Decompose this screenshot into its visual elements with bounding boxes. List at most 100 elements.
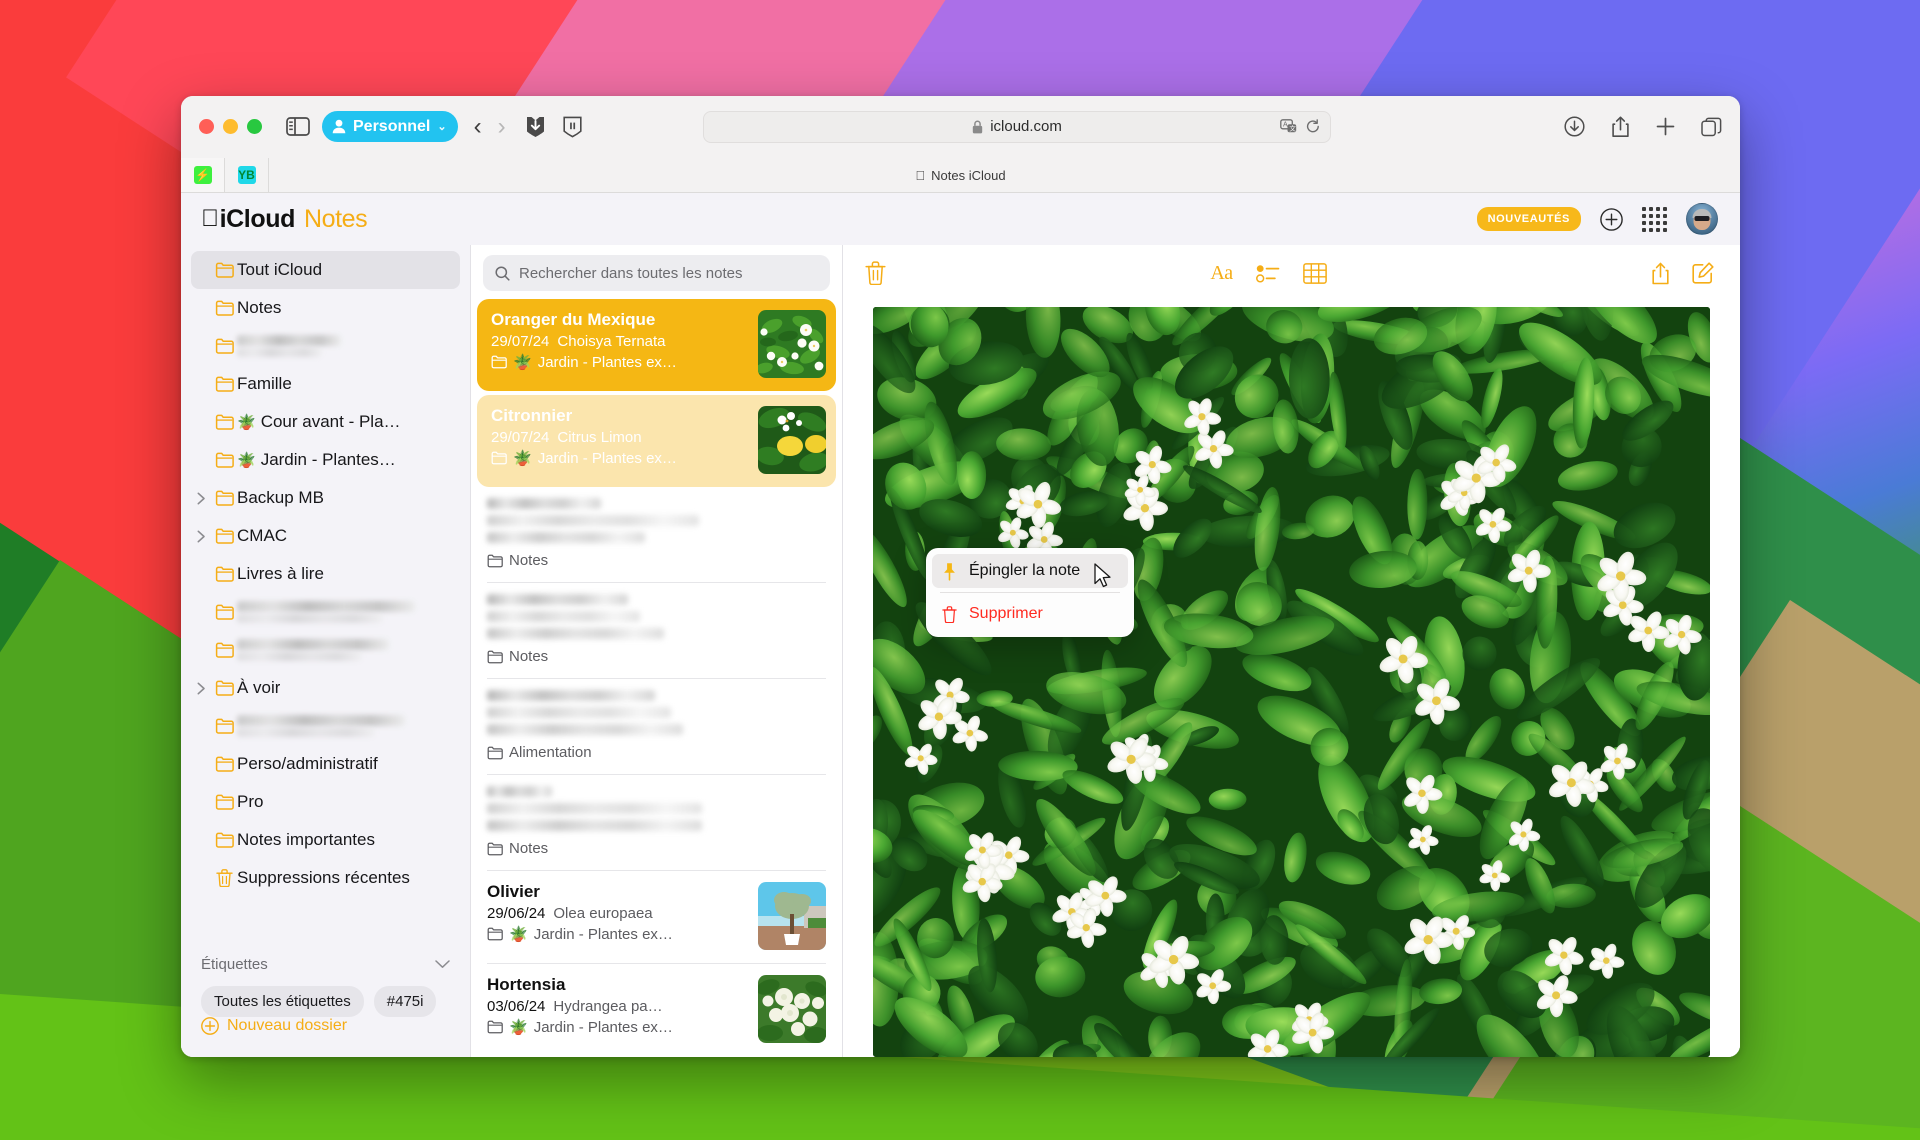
- tag-chip[interactable]: #475i: [373, 986, 437, 1017]
- sidebar-item-redacted-2[interactable]: [191, 327, 460, 365]
- new-tab-icon[interactable]: [1656, 117, 1675, 136]
- note-list-item[interactable]: Hortensia 03/06/24 Hydrangea pa… 🪴 Jardin - …: [471, 964, 842, 1056]
- note-list-item[interactable]: Olivier 29/06/24 Olea europaea 🪴 Jardin - Pl…: [471, 871, 842, 963]
- compose-icon[interactable]: [1692, 262, 1714, 284]
- tab-bar: ⚡ YB  Notes iCloud: [181, 157, 1740, 193]
- folder-icon: [487, 927, 503, 941]
- maximize-window-button[interactable]: [247, 119, 262, 134]
- redacted-note-text: [487, 786, 826, 831]
- apple-logo-icon: : [915, 168, 925, 183]
- sidebar-item-notes-importantes[interactable]: Notes importantes: [191, 821, 460, 859]
- tag-chip[interactable]: Toutes les étiquettes: [201, 986, 364, 1017]
- sidebar-item-suppressions-r-centes[interactable]: Suppressions récentes: [191, 859, 460, 897]
- avatar[interactable]: [1686, 203, 1718, 235]
- sidebar-item-famille[interactable]: Famille: [191, 365, 460, 403]
- sidebar-item-backup-mb[interactable]: Backup MB: [191, 479, 460, 517]
- note-list-item[interactable]: Oranger du Mexique 29/07/24 Choisya Ternat…: [477, 299, 836, 391]
- privacy-pause-icon[interactable]: [562, 116, 582, 138]
- sidebar-item-cour-avant-pla[interactable]: 🪴 Cour avant - Pla…: [191, 403, 460, 441]
- note-thumbnail: [758, 975, 826, 1043]
- note-list-item[interactable]: Notes: [471, 487, 842, 582]
- close-window-button[interactable]: [199, 119, 214, 134]
- note-photo[interactable]: [873, 307, 1710, 1057]
- context-menu-pin-item[interactable]: Épingler la note: [932, 554, 1128, 588]
- folder-icon: [487, 842, 503, 856]
- sidebar-item-livres-lire[interactable]: Livres à lire: [191, 555, 460, 593]
- note-item-body: Oranger du Mexique 29/07/24 Choisya Ternat…: [491, 310, 748, 371]
- folder-icon: [211, 832, 237, 848]
- sidebar-item-label: Livres à lire: [237, 564, 324, 583]
- table-icon[interactable]: [1302, 262, 1327, 284]
- navigation-arrows[interactable]: ‹ ›: [474, 114, 506, 139]
- tab-overview-icon[interactable]: [1701, 117, 1722, 137]
- tab-pinned-1[interactable]: ⚡: [181, 158, 225, 192]
- new-folder-button[interactable]: Nouveau dossier: [181, 1017, 470, 1057]
- chevron-down-icon: ⌄: [437, 121, 447, 133]
- sidebar-toggle-icon[interactable]: [284, 115, 312, 139]
- sidebar-item-jardin-plantes[interactable]: 🪴 Jardin - Plantes…: [191, 441, 460, 479]
- note-list-item[interactable]: Notes: [471, 775, 842, 870]
- add-circle-icon[interactable]: [1600, 207, 1623, 231]
- note-editor-pane: Aa: [843, 245, 1740, 1057]
- app-grid-icon[interactable]: [1642, 206, 1667, 232]
- whats-new-badge[interactable]: NOUVEAUTÉS: [1476, 207, 1581, 231]
- download-shield-icon[interactable]: [526, 116, 545, 138]
- back-button[interactable]: ‹: [474, 114, 482, 139]
- icloud-brand[interactable]:  iCloud Notes: [201, 205, 368, 234]
- tags-header[interactable]: Étiquettes: [201, 949, 450, 979]
- sidebar-item-perso-administratif[interactable]: Perso/administratif: [191, 745, 460, 783]
- chevron-down-icon[interactable]: [435, 959, 450, 969]
- note-context-menu[interactable]: Épingler la note Supprimer: [926, 548, 1134, 637]
- note-list-item[interactable]: Alimentation: [471, 679, 842, 774]
- folder-icon: [487, 650, 503, 664]
- folder-icon: [211, 528, 237, 544]
- notes-scroll-area[interactable]: Oranger du Mexique 29/07/24 Choisya Ternat…: [471, 299, 842, 1057]
- sidebar-item-cmac[interactable]: CMAC: [191, 517, 460, 555]
- sidebar-item-label: Pro: [237, 792, 264, 811]
- sidebar-item-pro[interactable]: Pro: [191, 783, 460, 821]
- search-icon: [495, 265, 510, 281]
- note-folder: 🪴 Jardin - Plantes ex…: [491, 353, 748, 371]
- trash-icon[interactable]: [865, 261, 886, 285]
- downloads-icon[interactable]: [1564, 116, 1585, 137]
- pin-icon: [942, 562, 957, 581]
- sidebar-item-redacted-12[interactable]: [191, 707, 460, 745]
- chevron-right-icon[interactable]: [191, 682, 211, 695]
- sidebar-item-redacted-10[interactable]: [191, 631, 460, 669]
- window-controls[interactable]: [199, 119, 262, 134]
- new-folder-label: Nouveau dossier: [227, 1017, 348, 1034]
- sidebar-item-voir[interactable]: À voir: [191, 669, 460, 707]
- note-folder-label: Jardin - Plantes ex…: [533, 925, 673, 943]
- note-list-item[interactable]: Notes: [471, 583, 842, 678]
- note-title: Oranger du Mexique: [491, 310, 656, 329]
- chevron-right-icon[interactable]: [191, 530, 211, 543]
- profile-button[interactable]: Personnel ⌄: [322, 111, 458, 142]
- address-bar[interactable]: icloud.com A文: [703, 110, 1332, 143]
- share-icon[interactable]: [1611, 116, 1630, 138]
- minimize-window-button[interactable]: [223, 119, 238, 134]
- translate-icon[interactable]: A文: [1280, 119, 1297, 134]
- chevron-right-icon[interactable]: [191, 492, 211, 505]
- active-tab-title:  Notes iCloud: [181, 158, 1740, 192]
- sidebar-item-notes[interactable]: Notes: [191, 289, 460, 327]
- folder-icon: [211, 452, 237, 468]
- svg-text:A: A: [1283, 122, 1288, 129]
- sidebar-item-redacted-9[interactable]: [191, 593, 460, 631]
- context-menu-delete-item[interactable]: Supprimer: [932, 597, 1128, 631]
- sidebar-item-tout-icloud[interactable]: Tout iCloud: [191, 251, 460, 289]
- icloud-header-actions: NOUVEAUTÉS: [1476, 203, 1718, 235]
- note-list-item[interactable]: Citronnier 29/07/24 Citrus Limon 🪴 Jardin - …: [477, 395, 836, 487]
- search-placeholder: Rechercher dans toutes les notes: [519, 264, 743, 282]
- folders-sidebar: Tout iCloud Notes Famille 🪴 Cour avant - Pla…: [181, 245, 471, 1057]
- reload-icon[interactable]: [1306, 119, 1320, 134]
- forward-button[interactable]: ›: [498, 114, 506, 139]
- note-folder: Alimentation: [487, 744, 826, 761]
- search-input[interactable]: Rechercher dans toutes les notes: [483, 255, 830, 291]
- tab-pinned-2[interactable]: YB: [225, 158, 269, 192]
- format-text-icon[interactable]: Aa: [1210, 262, 1233, 285]
- checklist-icon[interactable]: [1255, 264, 1280, 283]
- share-icon[interactable]: [1651, 262, 1670, 285]
- redacted-folder-name: [237, 715, 405, 737]
- note-meta: 29/07/24 Citrus Limon: [491, 429, 748, 446]
- lock-icon: [972, 120, 983, 134]
